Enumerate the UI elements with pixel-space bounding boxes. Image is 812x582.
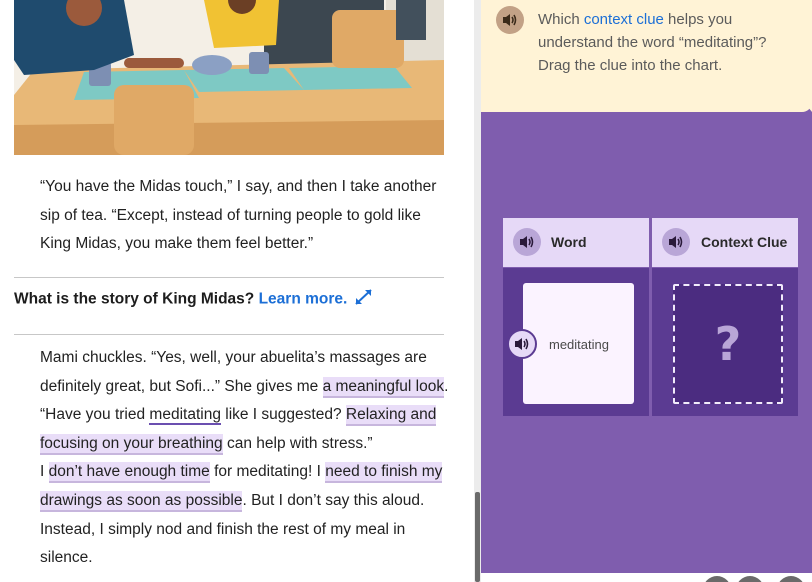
story-illustration xyxy=(14,0,444,155)
prompt-card: Which context clue helps you understand … xyxy=(481,0,812,112)
story-paragraph-1: “You have the Midas touch,” I say, and t… xyxy=(14,173,454,259)
column-header-word: Word xyxy=(503,218,649,267)
column-label: Word xyxy=(551,234,587,250)
speaker-icon[interactable] xyxy=(507,329,537,359)
text-run: can help with stress.” xyxy=(222,434,373,452)
column-label: Context Clue xyxy=(701,234,788,250)
reading-scrollbar[interactable] xyxy=(474,0,481,582)
context-clue-drop-zone[interactable]: ? xyxy=(673,284,783,404)
divider xyxy=(14,277,444,278)
divider xyxy=(14,334,444,335)
word-card-label: meditating xyxy=(549,337,609,352)
text-run: for meditating! I xyxy=(209,463,326,481)
think-question: What is the story of King Midas? Learn m… xyxy=(14,288,374,311)
vocabulary-word: meditating xyxy=(149,406,221,426)
prompt-tail xyxy=(799,96,812,112)
expand-arrows-icon[interactable] xyxy=(354,288,374,311)
speaker-icon[interactable] xyxy=(662,228,690,256)
scrollbar-thumb[interactable] xyxy=(475,492,480,582)
context-clue-link[interactable]: context clue xyxy=(584,11,664,28)
speaker-icon[interactable] xyxy=(513,228,541,256)
paragraph-text: “You have the Midas touch,” I say, and t… xyxy=(40,178,437,253)
learn-more-link[interactable]: Learn more. xyxy=(259,291,348,308)
paragraph-text: I don’t have enough time for meditating!… xyxy=(14,458,454,572)
context-clue-highlight[interactable]: a meaningful look xyxy=(322,376,445,398)
text-run: like I suggested? xyxy=(220,406,346,424)
text-run: I xyxy=(40,463,49,481)
context-clue-highlight[interactable]: don’t have enough time xyxy=(48,462,210,484)
paragraph-text: Mami chuckles. “Yes, well, your abuelita… xyxy=(14,344,454,458)
prompt-text-start: Which xyxy=(538,11,584,28)
speaker-icon[interactable] xyxy=(496,6,524,34)
prompt-text: Which context clue helps you understand … xyxy=(538,8,788,77)
question-text: What is the story of King Midas? xyxy=(14,290,255,308)
story-paragraph-2: Mami chuckles. “Yes, well, your abuelita… xyxy=(14,344,454,573)
column-header-context-clue: Context Clue xyxy=(652,218,798,267)
question-mark-placeholder: ? xyxy=(714,317,742,371)
activity-pane: Which context clue helps you understand … xyxy=(481,0,812,582)
reading-pane: “You have the Midas touch,” I say, and t… xyxy=(0,0,474,582)
footer-strip xyxy=(481,573,812,582)
